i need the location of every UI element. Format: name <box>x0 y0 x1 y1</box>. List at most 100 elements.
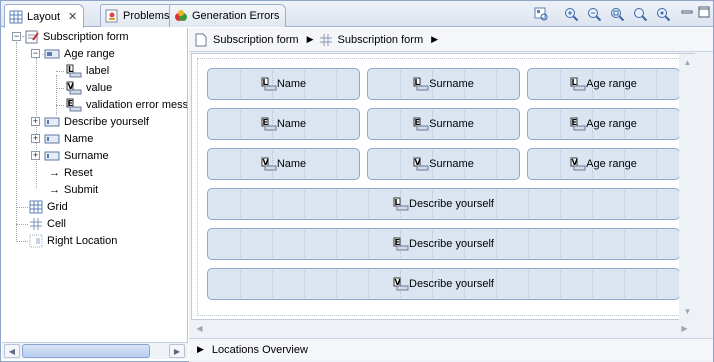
value-icon: V <box>570 157 586 171</box>
tree-item-label: Name <box>64 132 94 145</box>
collapse-icon[interactable]: − <box>12 32 21 41</box>
form-icon <box>25 30 39 43</box>
layout-cell[interactable]: E Age range <box>527 108 680 140</box>
layout-cell[interactable]: E Name <box>207 108 360 140</box>
disclosure-triangle-icon[interactable]: ▶ <box>197 344 204 355</box>
field-group-icon <box>44 49 60 58</box>
generation-errors-icon <box>175 10 187 21</box>
tree-item-submit[interactable]: → Submit <box>49 181 98 198</box>
error-message-icon: E <box>393 237 409 251</box>
tree-item-grid[interactable]: Grid <box>29 198 68 215</box>
layout-cell[interactable]: L Name <box>207 68 360 100</box>
tree-item-label: Cell <box>47 217 66 230</box>
label-icon: L <box>66 64 82 77</box>
layout-cell[interactable]: V Describe yourself <box>207 268 680 300</box>
layout-cell[interactable]: E Describe yourself <box>207 228 680 260</box>
layout-cell[interactable]: L Age range <box>527 68 680 100</box>
tree-item-cell[interactable]: Cell <box>29 215 66 232</box>
tab-generation-errors[interactable]: Generation Errors <box>169 4 287 27</box>
zoom-in-icon[interactable] <box>562 6 580 22</box>
scroll-up-icon[interactable]: ▲ <box>680 55 695 70</box>
layout-cell[interactable]: L Surname <box>367 68 520 100</box>
tab-layout[interactable]: Layout ✕ <box>4 4 85 28</box>
tree-item-label[interactable]: L label <box>66 62 109 79</box>
page-icon <box>195 33 207 46</box>
tree-item-label: Reset <box>64 166 93 179</box>
cell-label: Name <box>276 78 307 90</box>
cell-icon <box>30 217 42 230</box>
location-icon <box>29 234 43 247</box>
layout-canvas[interactable]: L Name L Surname L Age range E Name E Surname E Age… <box>191 53 695 320</box>
cell-label: Describe yourself <box>409 238 494 250</box>
zoom-reset-icon[interactable] <box>631 6 649 22</box>
breadcrumb-item[interactable]: Subscription form <box>338 34 424 46</box>
tab-problems[interactable]: Problems <box>100 4 177 27</box>
scrollbar-thumb[interactable] <box>22 344 150 358</box>
layout-cell[interactable]: V Surname <box>367 148 520 180</box>
chevron-right-icon[interactable]: ▶ <box>307 34 314 45</box>
layout-grid: L Name L Surname L Age range E Name E Surname E Age… <box>197 58 683 316</box>
cell-label: Describe yourself <box>409 198 494 210</box>
tree-item-surname[interactable]: + Surname <box>31 147 109 164</box>
tree-item-subscription-form[interactable]: − Subscription form <box>12 28 129 45</box>
tree-item-label: Submit <box>64 183 99 196</box>
scroll-left-icon[interactable]: ◀ <box>4 344 20 358</box>
tree-item-age-range[interactable]: − Age range <box>31 45 115 62</box>
layout-cell[interactable]: E Surname <box>367 108 520 140</box>
zoom-selection-icon[interactable] <box>654 6 672 22</box>
tab-label: Layout <box>27 10 61 23</box>
cell-label: Age range <box>586 158 637 170</box>
value-icon: V <box>261 157 277 171</box>
value-icon: V <box>393 277 409 291</box>
cell-label: Age range <box>586 78 637 90</box>
tree-horizontal-scrollbar[interactable]: ◀ ▶ <box>2 342 188 359</box>
tab-bar: Layout ✕ Problems Generation Errors <box>1 1 713 28</box>
outline-icon[interactable] <box>532 6 550 22</box>
tree-item-label: Right Location <box>47 234 118 247</box>
arrow-right-icon: → <box>49 166 60 179</box>
breadcrumb-item[interactable]: Subscription form <box>213 34 299 46</box>
close-icon[interactable]: ✕ <box>68 10 77 23</box>
tree-item-label: validation error message <box>86 98 188 111</box>
cell-label: Describe yourself <box>409 278 494 290</box>
minimize-icon[interactable] <box>681 6 693 18</box>
expand-icon[interactable]: + <box>31 151 40 160</box>
tree-item-label: value <box>86 81 113 94</box>
label-icon: L <box>570 77 586 91</box>
zoom-out-icon[interactable] <box>585 6 603 22</box>
zoom-fit-icon[interactable] <box>608 6 626 22</box>
tree-item-validation-error-message[interactable]: E validation error message <box>66 96 188 113</box>
collapse-icon[interactable]: − <box>31 49 40 58</box>
cell-label: Name <box>276 118 307 130</box>
scroll-left-icon[interactable]: ◀ <box>192 321 207 336</box>
expand-icon[interactable]: + <box>31 134 40 143</box>
canvas-vertical-scrollbar[interactable]: ▲ ▼ <box>679 54 696 320</box>
tree-item-describe-yourself[interactable]: + Describe yourself <box>31 113 149 130</box>
cell-label: Name <box>276 158 307 170</box>
error-message-icon: E <box>66 98 82 111</box>
canvas-horizontal-scrollbar[interactable]: ◀ ▶ <box>191 320 695 337</box>
maximize-icon[interactable] <box>698 6 710 18</box>
tree-item-label: Surname <box>64 149 109 162</box>
tree-item-value[interactable]: V value <box>66 79 112 96</box>
layout-cell[interactable]: V Age range <box>527 148 680 180</box>
expand-icon[interactable]: + <box>31 117 40 126</box>
error-message-icon: E <box>570 117 586 131</box>
field-icon <box>44 117 60 126</box>
scroll-down-icon[interactable]: ▼ <box>680 304 695 319</box>
value-icon: V <box>413 157 429 171</box>
tree-item-reset[interactable]: → Reset <box>49 164 93 181</box>
layout-cell[interactable]: L Describe yourself <box>207 188 680 220</box>
tree-item-right-location[interactable]: Right Location <box>29 232 117 249</box>
scroll-right-icon[interactable]: ▶ <box>169 344 185 358</box>
layout-editor: Subscription form ▶ Subscription form ▶ … <box>189 28 713 362</box>
locations-overview-section[interactable]: ▶ Locations Overview <box>189 338 713 360</box>
chevron-right-icon[interactable]: ▶ <box>431 34 438 45</box>
problems-icon <box>105 9 118 23</box>
layout-cell[interactable]: V Name <box>207 148 360 180</box>
tree-item-name[interactable]: + Name <box>31 130 93 147</box>
scroll-right-icon[interactable]: ▶ <box>677 321 692 336</box>
arrow-right-icon: → <box>49 183 60 196</box>
outline-tree: − Subscription form − Age range L label … <box>2 28 188 344</box>
layout-grid-icon <box>9 10 23 23</box>
